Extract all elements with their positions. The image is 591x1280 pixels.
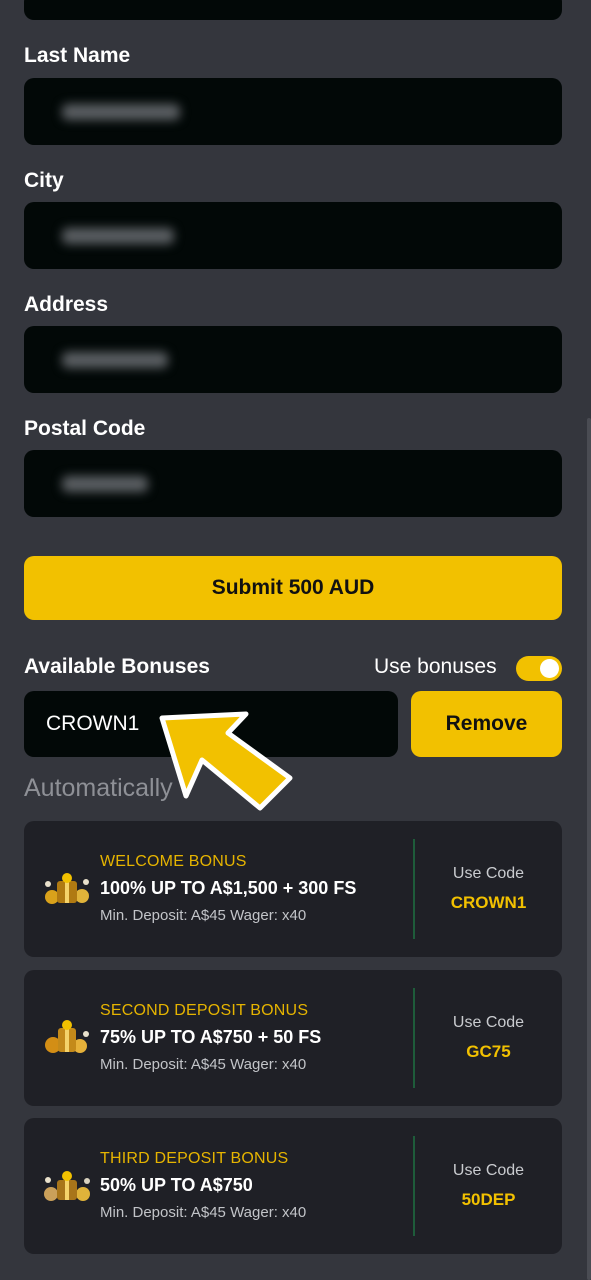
gift-coins-icon bbox=[44, 1171, 90, 1201]
first-name-field[interactable] bbox=[24, 0, 562, 20]
bonus-code[interactable]: 50DEP bbox=[415, 1190, 562, 1210]
card-divider bbox=[413, 988, 415, 1088]
address-value-redacted bbox=[62, 352, 168, 368]
annotation-arrow-icon bbox=[159, 711, 293, 811]
bonus-name: THIRD DEPOSIT BONUS bbox=[100, 1150, 289, 1167]
bonus-headline: 100% UP TO A$1,500 + 300 FS bbox=[100, 878, 357, 898]
city-value-redacted bbox=[62, 228, 174, 244]
city-label: City bbox=[24, 169, 64, 192]
bonus-name: SECOND DEPOSIT BONUS bbox=[100, 1002, 309, 1019]
bonus-card-second-deposit[interactable]: SECOND DEPOSIT BONUS 75% UP TO A$750 + 5… bbox=[24, 970, 562, 1106]
bonus-headline: 75% UP TO A$750 + 50 FS bbox=[100, 1027, 322, 1047]
bonus-code[interactable]: GC75 bbox=[415, 1042, 562, 1062]
bonus-card-third-deposit[interactable]: THIRD DEPOSIT BONUS 50% UP TO A$750 Min.… bbox=[24, 1118, 562, 1254]
bonus-name: WELCOME BONUS bbox=[100, 853, 247, 870]
last-name-label: Last Name bbox=[24, 44, 131, 67]
use-code-label: Use Code bbox=[452, 1014, 525, 1031]
card-divider bbox=[413, 1136, 415, 1236]
deposit-form-page: Last Name City Address Postal Code Submi… bbox=[0, 0, 591, 1280]
bonus-terms: Min. Deposit: A$45 Wager: x40 bbox=[100, 1056, 307, 1073]
remove-button[interactable]: Remove bbox=[411, 691, 562, 757]
use-code-label: Use Code bbox=[452, 865, 525, 882]
use-code-label: Use Code bbox=[452, 1162, 525, 1179]
scrollbar[interactable] bbox=[587, 418, 591, 1280]
use-bonuses-label: Use bonuses bbox=[374, 655, 497, 678]
last-name-field[interactable] bbox=[24, 78, 562, 145]
postal-code-label: Postal Code bbox=[24, 417, 146, 440]
bonus-terms: Min. Deposit: A$45 Wager: x40 bbox=[100, 1204, 307, 1221]
address-field[interactable] bbox=[24, 326, 562, 393]
address-label: Address bbox=[24, 293, 109, 316]
gift-coins-icon bbox=[45, 873, 89, 904]
gift-coins-icon bbox=[45, 1020, 89, 1053]
submit-button[interactable]: Submit 500 AUD bbox=[24, 556, 562, 620]
bonus-code[interactable]: CROWN1 bbox=[415, 893, 562, 913]
postal-code-field[interactable] bbox=[24, 450, 562, 517]
bonus-headline: 50% UP TO A$750 bbox=[100, 1175, 253, 1195]
last-name-value-redacted bbox=[62, 104, 180, 120]
available-bonuses-title: Available Bonuses bbox=[24, 655, 210, 678]
card-divider bbox=[413, 839, 415, 939]
bonus-card-welcome[interactable]: WELCOME BONUS 100% UP TO A$1,500 + 300 F… bbox=[24, 821, 562, 957]
bonus-code-value: CROWN1 bbox=[46, 712, 140, 735]
bonus-terms: Min. Deposit: A$45 Wager: x40 bbox=[100, 907, 307, 924]
postal-code-value-redacted bbox=[62, 476, 148, 492]
toggle-knob bbox=[540, 659, 559, 678]
city-field[interactable] bbox=[24, 202, 562, 269]
use-bonuses-toggle[interactable] bbox=[516, 656, 562, 681]
